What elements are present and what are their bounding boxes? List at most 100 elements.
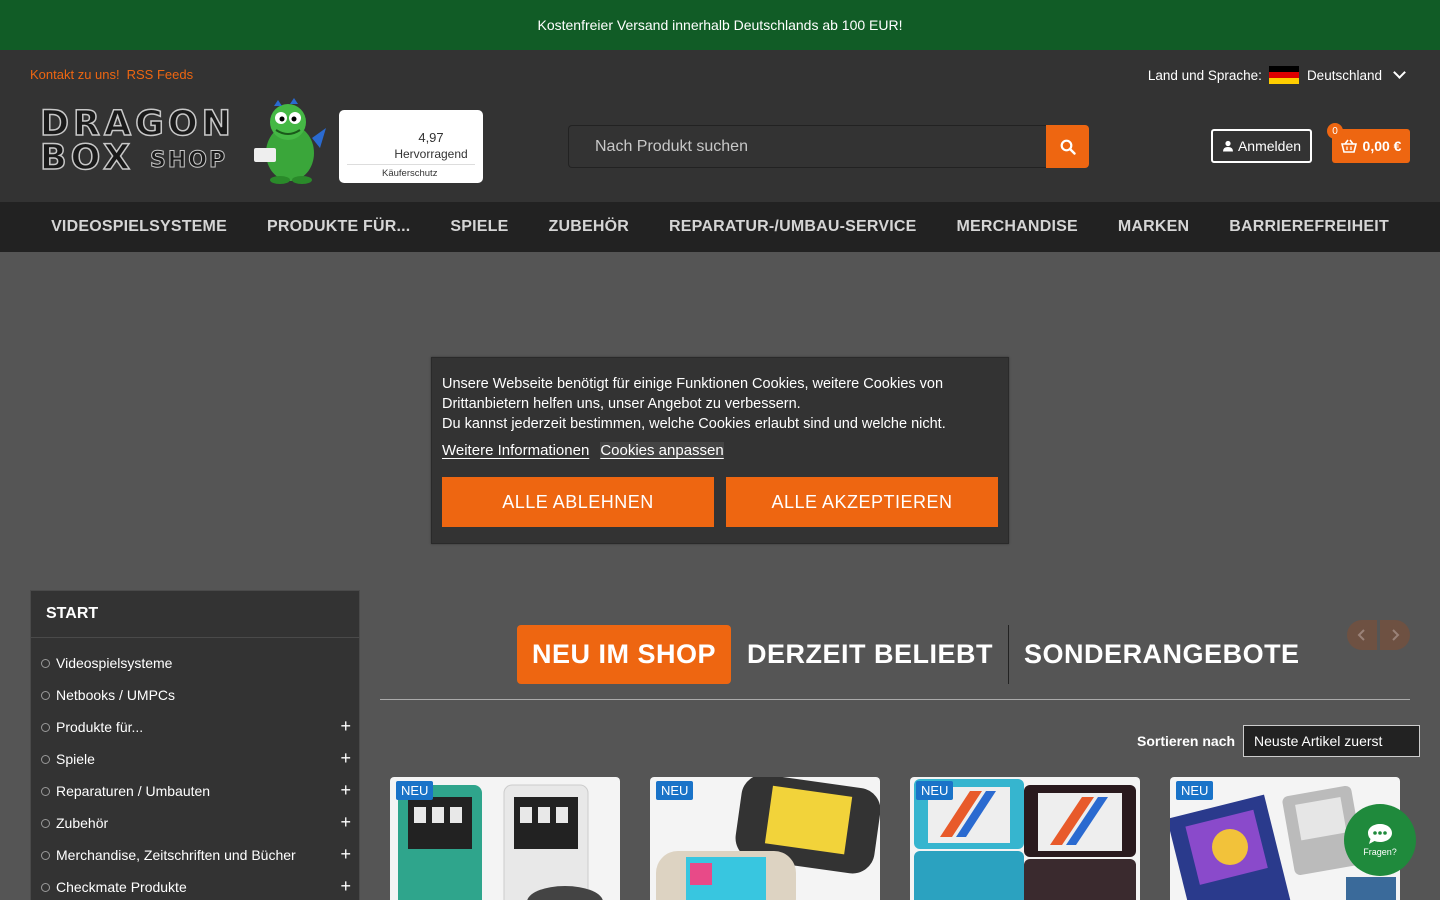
sort-select[interactable]: Neuste Artikel zuerst [1243,725,1421,757]
category-label: Checkmate Produkte [56,879,187,895]
nav-item-reparatur-service[interactable]: REPARATUR-/UMBAU-SERVICE [669,218,916,236]
expand-plus-icon[interactable]: + [340,716,351,737]
shipping-text: Kostenfreier Versand innerhalb Deutschla… [537,17,903,33]
category-item-reparaturen[interactable]: Reparaturen / Umbauten + [31,775,359,807]
category-item-videospielsysteme[interactable]: Videospielsysteme [31,647,359,679]
chat-label: Fragen? [1363,847,1397,857]
search-icon [1060,139,1076,155]
expand-plus-icon[interactable]: + [340,748,351,769]
language-selector[interactable]: Land und Sprache: Deutschland [1147,66,1406,84]
nav-item-merchandise[interactable]: MERCHANDISE [957,218,1078,236]
cookie-buttons: ALLE ABLEHNEN ALLE AKZEPTIEREN [442,477,998,527]
search-bar [568,125,1089,168]
cookie-links: Weitere Informationen Cookies anpassen [442,442,998,459]
header: Kontakt zu uns! RSS Feeds Land und Sprac… [0,50,1440,202]
new-badge: NEU [396,781,434,800]
product-card[interactable]: NEU [910,777,1140,900]
carousel-next-button[interactable] [1380,620,1410,650]
category-label: Reparaturen / Umbauten [56,783,211,799]
shop-logo[interactable]: DRAGON BOX SHOP [38,98,328,188]
nav-item-spiele[interactable]: SPIELE [450,218,508,236]
login-button[interactable]: Anmelden [1211,129,1312,163]
germany-flag-icon [1268,66,1299,84]
cookie-more-info-link[interactable]: Weitere Informationen [442,442,589,459]
chevron-left-icon [1357,629,1365,641]
cookie-customize-link[interactable]: Cookies anpassen [600,442,724,459]
accept-all-button[interactable]: ALLE AKZEPTIEREN [726,477,998,527]
nav-item-barrierefreiheit[interactable]: BARRIEREFREIHEIT [1229,218,1389,236]
trust-protection: Käuferschutz [347,164,475,179]
category-label: Videospielsysteme [56,655,173,671]
category-label: Produkte für... [56,719,144,735]
login-label: Anmelden [1237,138,1302,154]
category-item-checkmate[interactable]: Checkmate Produkte + [31,871,359,900]
user-icon [1222,140,1233,152]
logo-text-line3: SHOP [149,148,228,174]
product-card[interactable]: NEU [650,777,880,900]
expand-plus-icon[interactable]: + [340,812,351,833]
category-item-merchandise[interactable]: Merchandise, Zeitschriften und Bücher + [31,839,359,871]
bullet-icon [41,722,50,732]
bullet-icon [41,818,50,828]
nav-item-zubehoer[interactable]: ZUBEHÖR [549,218,630,236]
cart-amount: 0,00 € [1362,138,1402,154]
bullet-icon [41,786,50,796]
tab-underline [380,699,1410,700]
logo-text-line2: BOX [39,137,135,179]
reject-all-button[interactable]: ALLE ABLEHNEN [442,477,714,527]
trust-grade: Hervorragend [394,147,468,161]
sort-control: Sortieren nach Neuste Artikel zuerst [1137,725,1421,757]
category-item-zubehoer[interactable]: Zubehör + [31,807,359,839]
trust-score: 4,97 [418,130,444,145]
expand-plus-icon[interactable]: + [340,876,351,897]
cart-count-badge: 0 [1327,123,1343,139]
new-badge: NEU [916,781,954,800]
chat-button[interactable]: Fragen? [1344,804,1416,876]
expand-plus-icon[interactable]: + [340,780,351,801]
cookie-text-1: Unsere Webseite benötigt für einige Funk… [442,376,944,412]
search-input[interactable] [568,125,1046,168]
tab-sonderangebote[interactable]: SONDERANGEBOTE [1009,625,1315,684]
new-badge: NEU [656,781,694,800]
trust-badge[interactable]: 4,97 Hervorragend Käuferschutz [339,110,483,183]
bullet-icon [41,658,50,668]
tab-neu-im-shop[interactable]: NEU IM SHOP [517,625,732,684]
search-button[interactable] [1046,125,1089,168]
category-item-netbooks[interactable]: Netbooks / UMPCs [31,679,359,711]
chat-bubble-icon [1368,824,1392,844]
language-label: Land und Sprache: [1147,67,1262,83]
category-sidebar: START Videospielsysteme Netbooks / UMPCs… [30,590,360,900]
product-tabs: NEU IM SHOP DERZEIT BELIEBT SONDERANGEBO… [517,625,1315,684]
carousel-prev-button[interactable] [1347,620,1377,650]
basket-icon [1340,139,1357,153]
category-label: Merchandise, Zeitschriften und Bücher [56,847,296,863]
category-item-spiele[interactable]: Spiele + [31,743,359,775]
category-label: Zubehör [56,815,109,831]
expand-plus-icon[interactable]: + [340,844,351,865]
cookie-text-2: Du kannst jederzeit bestimmen, welche Co… [442,416,946,432]
bullet-icon [41,850,50,860]
category-label: Spiele [56,751,95,767]
nav-item-marken[interactable]: MARKEN [1118,218,1189,236]
category-label: Netbooks / UMPCs [56,687,176,703]
cart-button[interactable]: 0 0,00 € [1327,123,1410,163]
shipping-banner: Kostenfreier Versand innerhalb Deutschla… [0,0,1440,50]
sidebar-title[interactable]: START [31,591,359,638]
tab-derzeit-beliebt[interactable]: DERZEIT BELIEBT [732,625,1008,684]
nav-item-produkte-fuer[interactable]: PRODUKTE FÜR... [267,218,410,236]
category-item-produkte-fuer[interactable]: Produkte für... + [31,711,359,743]
bullet-icon [41,882,50,892]
product-card[interactable]: NEU [390,777,620,900]
sort-label: Sortieren nach [1137,733,1236,749]
nav-item-videospielsysteme[interactable]: VIDEOSPIELSYSTEME [51,218,227,236]
carousel-arrows [1347,620,1410,650]
language-value: Deutschland [1306,67,1382,83]
new-badge: NEU [1176,781,1214,800]
chevron-right-icon [1392,629,1400,641]
header-links: Kontakt zu uns! RSS Feeds [30,67,193,82]
category-list: Videospielsysteme Netbooks / UMPCs Produ… [31,638,359,900]
bullet-icon [41,754,50,764]
contact-link[interactable]: Kontakt zu uns! [30,67,120,82]
cookie-consent-dialog: Unsere Webseite benötigt für einige Funk… [431,357,1009,544]
rss-link[interactable]: RSS Feeds [127,67,193,82]
